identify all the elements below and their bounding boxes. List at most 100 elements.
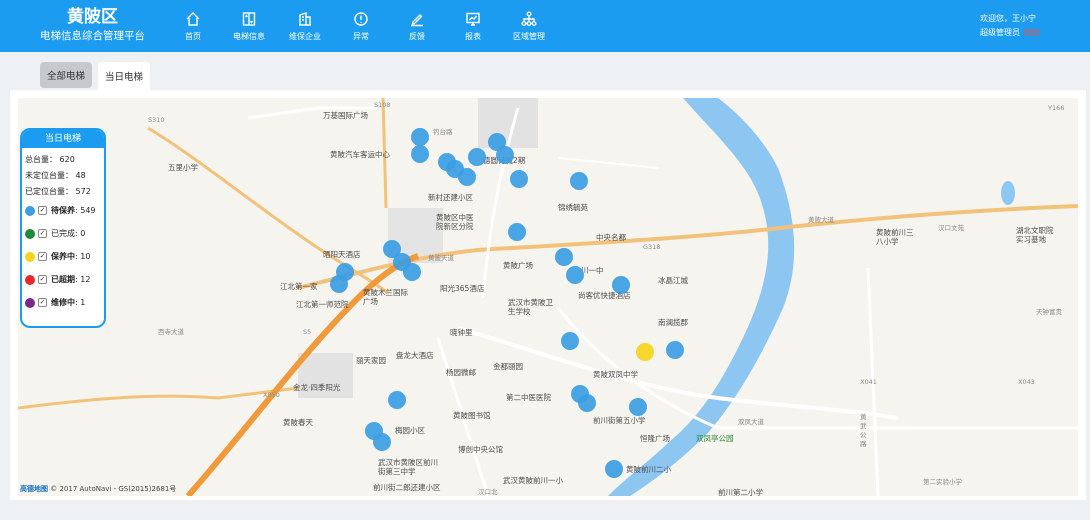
legend-item-count: : 0 xyxy=(75,229,86,238)
map-poi: 冰晶江城 xyxy=(658,276,688,285)
map-poi: 梅园小区 xyxy=(395,426,425,435)
map-roads xyxy=(18,98,1078,496)
legend-item-name: 保养中 xyxy=(51,252,75,261)
map-poi: 双凤亭公园 xyxy=(696,434,734,443)
map-poi: 黄陂大道 xyxy=(808,216,834,224)
elevator-marker-in-progress[interactable] xyxy=(636,343,654,361)
nav-home[interactable]: 首页 xyxy=(165,0,221,52)
nav-elevator-info-label: 电梯信息 xyxy=(233,31,265,41)
map-poi: 新村还建小区 xyxy=(428,193,473,202)
report-icon xyxy=(466,12,480,26)
status-dot xyxy=(25,228,35,239)
checkbox-completed[interactable]: ✓ xyxy=(38,229,47,238)
map-poi: 黄陂前川三八小学 xyxy=(876,228,914,246)
amap-logo: 高德地图 xyxy=(20,485,48,493)
road-label: S5 xyxy=(303,328,312,336)
elevator-marker[interactable] xyxy=(403,263,421,281)
elevator-marker[interactable] xyxy=(612,276,630,294)
elevator-marker[interactable] xyxy=(388,391,406,409)
checkbox-repairing[interactable]: ✓ xyxy=(38,298,47,307)
map-poi: 五里小学 xyxy=(168,163,198,172)
map-poi: 黄陂天道 xyxy=(428,254,454,262)
elevator-marker[interactable] xyxy=(468,148,486,166)
legend-item-completed: ✓ 已完成 : 0 xyxy=(22,222,104,245)
map-canvas[interactable]: 万基国际广场 钓台路 五里小学 黄陂汽车客运中心 德圆诗城2期 新村还建小区 黄… xyxy=(18,98,1078,496)
home-icon xyxy=(186,11,200,26)
elevator-marker[interactable] xyxy=(510,170,528,188)
elevator-marker[interactable] xyxy=(330,275,348,293)
legend-item-count: : 549 xyxy=(75,206,96,215)
map-poi: 前川街二郎还建小区 xyxy=(373,483,441,492)
legend-title: 当日电梯 xyxy=(22,130,104,148)
elevator-marker[interactable] xyxy=(566,266,584,284)
checkbox-in-progress[interactable]: ✓ xyxy=(38,252,47,261)
elevator-marker[interactable] xyxy=(555,248,573,266)
nav-abnormal[interactable]: 异常 xyxy=(333,0,389,52)
map-poi: 南澜揽郡 xyxy=(658,318,688,327)
top-header: 黄陂区 电梯信息综合管理平台 首页 电梯信息 维保企业 异常 反馈 报表 区域管… xyxy=(0,0,1090,52)
elevator-marker[interactable] xyxy=(496,146,514,164)
checkbox-pending[interactable]: ✓ xyxy=(38,206,47,215)
main-nav: 首页 电梯信息 维保企业 异常 反馈 报表 区域管理 xyxy=(165,0,557,52)
map-poi: 恒隆广场 xyxy=(640,434,670,443)
map-poi: 汉口文苑 xyxy=(938,224,964,232)
elevator-marker[interactable] xyxy=(605,460,623,478)
elevator-marker[interactable] xyxy=(578,394,596,412)
legend-item-count: : 10 xyxy=(75,252,91,261)
elevator-marker[interactable] xyxy=(629,398,647,416)
nav-elevator-info[interactable]: 电梯信息 xyxy=(221,0,277,52)
map-poi: 晓钟里 xyxy=(450,328,473,337)
elevator-marker[interactable] xyxy=(411,128,429,146)
legend-item-name: 维修中 xyxy=(51,298,75,307)
nav-feedback-label: 反馈 xyxy=(409,31,425,41)
elevator-marker[interactable] xyxy=(570,172,588,190)
map-poi: 黄陂图书馆 xyxy=(453,411,491,420)
road-label: S108 xyxy=(374,101,391,109)
tab-all-elevators[interactable]: 全部电梯 xyxy=(40,62,93,88)
elevator-marker[interactable] xyxy=(373,433,391,451)
map-poi: 黄陂双凤中学 xyxy=(593,370,638,379)
map-poi: 川一中 xyxy=(581,266,604,275)
road-label: X050 xyxy=(263,391,280,399)
brand-subtitle: 电梯信息综合管理平台 xyxy=(40,30,145,42)
map-poi: 黄陂广场 xyxy=(503,261,533,270)
tab-today-elevators[interactable]: 当日电梯 xyxy=(98,62,151,90)
map-poi: 黄陂春天 xyxy=(283,418,313,427)
map-copyright: © 2017 AutoNavi - GS(2015)2681号 xyxy=(50,485,177,493)
map-poi: 黄武公路 xyxy=(860,413,867,448)
building-icon xyxy=(299,11,311,26)
checkbox-overdue[interactable]: ✓ xyxy=(38,275,47,284)
elevator-marker[interactable] xyxy=(508,223,526,241)
nav-feedback[interactable]: 反馈 xyxy=(389,0,445,52)
map-poi: 武汉黄陂前川一小 xyxy=(503,476,563,485)
legend-item-pending: ✓ 待保养 : 549 xyxy=(22,199,104,222)
legend-panel: 当日电梯 总台量： 620 未定位台量： 48 已定位台量： 572 ✓ 待保养… xyxy=(20,128,106,328)
map-poi: 武汉市黄陂区前川街第三中学 xyxy=(378,458,438,476)
road-label: S310 xyxy=(148,116,165,124)
elevator-marker[interactable] xyxy=(411,145,429,163)
elevator-marker[interactable] xyxy=(561,332,579,350)
map-poi: 江北第一家 xyxy=(280,282,318,291)
elevator-marker[interactable] xyxy=(458,168,476,186)
nav-report[interactable]: 报表 xyxy=(445,0,501,52)
map-poi: 湖北文职院实习基地 xyxy=(1016,226,1054,244)
road-label: X043 xyxy=(1018,378,1035,386)
map-poi: 钓台路 xyxy=(433,128,453,136)
legend-item-name: 已超期 xyxy=(51,275,75,284)
legend-item-overdue: ✓ 已超期 : 12 xyxy=(22,268,104,291)
nav-region-management[interactable]: 区域管理 xyxy=(501,0,557,52)
map-poi: 黄陂前川二小 xyxy=(626,465,671,474)
nav-maintenance-company[interactable]: 维保企业 xyxy=(277,0,333,52)
map-poi: 双凤大道 xyxy=(738,418,764,426)
legend-item-count: : 1 xyxy=(75,298,86,307)
map-poi: 江北第一师范院 xyxy=(296,300,349,309)
map-poi: 汉口北 xyxy=(478,488,498,496)
map-poi: 前川第二小学 xyxy=(718,488,763,496)
tab-bar: 全部电梯 当日电梯 xyxy=(40,62,151,90)
logout-link[interactable]: 退出 xyxy=(1024,28,1040,37)
elevator-marker[interactable] xyxy=(666,341,684,359)
nav-abnormal-label: 异常 xyxy=(353,31,369,41)
map-poi: 金龙·四季阳光 xyxy=(293,383,341,392)
map-panel: 万基国际广场 钓台路 五里小学 黄陂汽车客运中心 德圆诗城2期 新村还建小区 黄… xyxy=(10,90,1086,500)
map-poi: 西寺大道 xyxy=(158,328,184,336)
